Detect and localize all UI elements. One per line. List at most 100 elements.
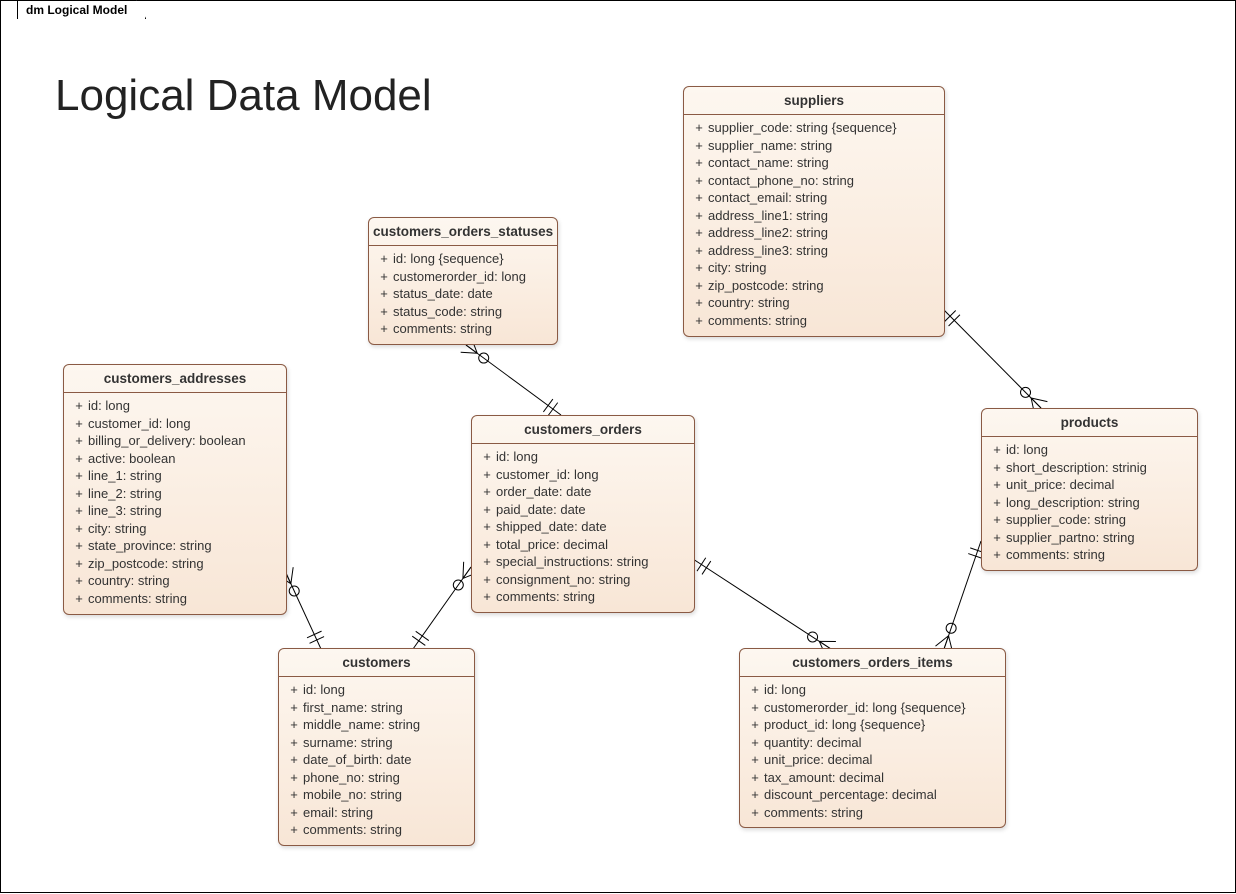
attribute-row: +unit_price: decimal bbox=[746, 751, 999, 769]
attribute-row: +product_id: long {sequence} bbox=[746, 716, 999, 734]
attribute-row: +supplier_name: string bbox=[690, 137, 938, 155]
diagram-title: Logical Data Model bbox=[55, 71, 432, 121]
visibility-public-icon: + bbox=[285, 786, 303, 804]
attribute-row: +country: string bbox=[70, 572, 280, 590]
attribute-text: zip_postcode: string bbox=[708, 277, 938, 295]
visibility-public-icon: + bbox=[70, 537, 88, 555]
attribute-row: +zip_postcode: string bbox=[70, 555, 280, 573]
attribute-row: +date_of_birth: date bbox=[285, 751, 468, 769]
attribute-text: billing_or_delivery: boolean bbox=[88, 432, 280, 450]
visibility-public-icon: + bbox=[690, 242, 708, 260]
attribute-text: city: string bbox=[88, 520, 280, 538]
visibility-public-icon: + bbox=[988, 441, 1006, 459]
entity-customers_orders[interactable]: customers_orders+id: long+customer_id: l… bbox=[471, 415, 695, 613]
attribute-text: comments: string bbox=[764, 804, 999, 822]
attribute-row: +contact_phone_no: string bbox=[690, 172, 938, 190]
attribute-row: +status_code: string bbox=[375, 303, 551, 321]
attribute-row: +comments: string bbox=[375, 320, 551, 338]
attribute-row: +zip_postcode: string bbox=[690, 277, 938, 295]
attribute-text: id: long bbox=[496, 448, 688, 466]
visibility-public-icon: + bbox=[70, 485, 88, 503]
attribute-row: +contact_email: string bbox=[690, 189, 938, 207]
attribute-row: +address_line2: string bbox=[690, 224, 938, 242]
visibility-public-icon: + bbox=[690, 224, 708, 242]
attribute-row: +tax_amount: decimal bbox=[746, 769, 999, 787]
visibility-public-icon: + bbox=[746, 769, 764, 787]
attribute-row: +address_line1: string bbox=[690, 207, 938, 225]
attribute-text: customerorder_id: long {sequence} bbox=[764, 699, 999, 717]
attribute-row: +mobile_no: string bbox=[285, 786, 468, 804]
attribute-text: date_of_birth: date bbox=[303, 751, 468, 769]
attribute-row: +first_name: string bbox=[285, 699, 468, 717]
attribute-text: supplier_code: string {sequence} bbox=[708, 119, 938, 137]
entity-header: customers_addresses bbox=[64, 365, 286, 393]
entity-suppliers[interactable]: suppliers+supplier_code: string {sequenc… bbox=[683, 86, 945, 337]
visibility-public-icon: + bbox=[285, 734, 303, 752]
visibility-public-icon: + bbox=[375, 268, 393, 286]
attribute-text: email: string bbox=[303, 804, 468, 822]
attribute-row: +id: long {sequence} bbox=[375, 250, 551, 268]
attribute-text: comments: string bbox=[88, 590, 280, 608]
attribute-row: +email: string bbox=[285, 804, 468, 822]
visibility-public-icon: + bbox=[478, 466, 496, 484]
attribute-list: +supplier_code: string {sequence}+suppli… bbox=[684, 115, 944, 336]
attribute-text: quantity: decimal bbox=[764, 734, 999, 752]
attribute-list: +id: long+customer_id: long+order_date: … bbox=[472, 444, 694, 612]
attribute-row: +supplier_partno: string bbox=[988, 529, 1191, 547]
visibility-public-icon: + bbox=[478, 501, 496, 519]
entity-products[interactable]: products+id: long+short_description: str… bbox=[981, 408, 1198, 571]
entity-customers_orders_statuses[interactable]: customers_orders_statuses+id: long {sequ… bbox=[368, 217, 558, 345]
attribute-row: +customerorder_id: long {sequence} bbox=[746, 699, 999, 717]
visibility-public-icon: + bbox=[746, 751, 764, 769]
attribute-row: +id: long bbox=[988, 441, 1191, 459]
visibility-public-icon: + bbox=[285, 769, 303, 787]
attribute-text: line_2: string bbox=[88, 485, 280, 503]
attribute-text: customer_id: long bbox=[496, 466, 688, 484]
attribute-text: state_province: string bbox=[88, 537, 280, 555]
attribute-text: address_line2: string bbox=[708, 224, 938, 242]
visibility-public-icon: + bbox=[70, 555, 88, 573]
visibility-public-icon: + bbox=[70, 590, 88, 608]
visibility-public-icon: + bbox=[285, 681, 303, 699]
attribute-row: +short_description: strinig bbox=[988, 459, 1191, 477]
attribute-row: +unit_price: decimal bbox=[988, 476, 1191, 494]
visibility-public-icon: + bbox=[375, 250, 393, 268]
visibility-public-icon: + bbox=[285, 716, 303, 734]
attribute-text: comments: string bbox=[393, 320, 551, 338]
attribute-text: total_price: decimal bbox=[496, 536, 688, 554]
attribute-text: id: long bbox=[88, 397, 280, 415]
attribute-text: special_instructions: string bbox=[496, 553, 688, 571]
attribute-row: +comments: string bbox=[478, 588, 688, 606]
visibility-public-icon: + bbox=[285, 751, 303, 769]
entity-customers_orders_items[interactable]: customers_orders_items+id: long+customer… bbox=[739, 648, 1006, 828]
diagram-frame: dm Logical Model Logical Data Model cust… bbox=[0, 0, 1236, 893]
attribute-text: customerorder_id: long bbox=[393, 268, 551, 286]
visibility-public-icon: + bbox=[690, 119, 708, 137]
attribute-list: +id: long {sequence}+customerorder_id: l… bbox=[369, 246, 557, 344]
attribute-text: product_id: long {sequence} bbox=[764, 716, 999, 734]
visibility-public-icon: + bbox=[478, 536, 496, 554]
attribute-text: order_date: date bbox=[496, 483, 688, 501]
attribute-text: contact_email: string bbox=[708, 189, 938, 207]
attribute-row: +supplier_code: string {sequence} bbox=[690, 119, 938, 137]
visibility-public-icon: + bbox=[70, 467, 88, 485]
attribute-list: +id: long+customerorder_id: long {sequen… bbox=[740, 677, 1005, 827]
attribute-row: +middle_name: string bbox=[285, 716, 468, 734]
attribute-row: +city: string bbox=[690, 259, 938, 277]
attribute-row: +id: long bbox=[746, 681, 999, 699]
visibility-public-icon: + bbox=[478, 448, 496, 466]
visibility-public-icon: + bbox=[478, 518, 496, 536]
visibility-public-icon: + bbox=[70, 415, 88, 433]
attribute-text: long_description: string bbox=[1006, 494, 1191, 512]
entity-customers_addresses[interactable]: customers_addresses+id: long+customer_id… bbox=[63, 364, 287, 615]
entity-customers[interactable]: customers+id: long+first_name: string+mi… bbox=[278, 648, 475, 846]
attribute-text: supplier_partno: string bbox=[1006, 529, 1191, 547]
visibility-public-icon: + bbox=[746, 786, 764, 804]
entity-header: suppliers bbox=[684, 87, 944, 115]
visibility-public-icon: + bbox=[988, 546, 1006, 564]
attribute-row: +order_date: date bbox=[478, 483, 688, 501]
visibility-public-icon: + bbox=[690, 172, 708, 190]
attribute-row: +customer_id: long bbox=[70, 415, 280, 433]
visibility-public-icon: + bbox=[375, 303, 393, 321]
attribute-text: country: string bbox=[88, 572, 280, 590]
